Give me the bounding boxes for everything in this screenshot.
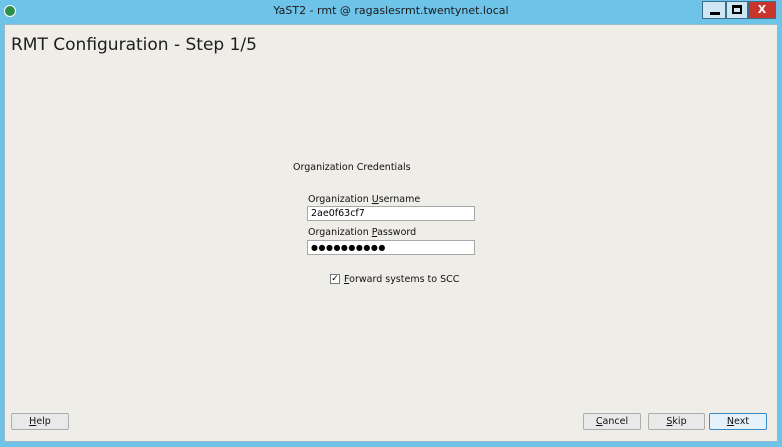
- maximize-icon: [732, 5, 742, 14]
- title-bar[interactable]: YaST2 - rmt @ ragaslesrmt.twentynet.loca…: [0, 0, 782, 24]
- password-input[interactable]: ●●●●●●●●●●: [307, 240, 475, 255]
- next-button[interactable]: Next: [709, 413, 767, 430]
- password-label-text: Organization: [308, 227, 372, 238]
- next-label-rest: ext: [734, 416, 750, 427]
- page-title: RMT Configuration - Step 1/5: [11, 35, 257, 55]
- checkbox-label-rest: orward systems to SCC: [349, 274, 460, 285]
- skip-label-rest: kip: [672, 416, 687, 427]
- forward-to-scc-label[interactable]: Forward systems to SCC: [344, 274, 459, 285]
- cancel-label-rest: ancel: [602, 416, 629, 427]
- close-icon: X: [757, 3, 767, 16]
- help-label-rest: elp: [36, 416, 51, 427]
- password-label: Organization Password: [308, 227, 416, 238]
- username-label: Organization Username: [308, 194, 420, 205]
- username-input[interactable]: 2ae0f63cf7: [307, 206, 475, 221]
- minimize-button[interactable]: [702, 1, 726, 19]
- organization-credentials-label: Organization Credentials: [293, 162, 411, 173]
- minimize-icon: [710, 12, 720, 15]
- next-mnemonic: N: [726, 416, 735, 427]
- username-label-text: Organization: [308, 194, 372, 205]
- forward-to-scc-checkbox[interactable]: ✓: [330, 274, 340, 284]
- skip-button[interactable]: Skip: [648, 413, 705, 430]
- username-label-rest: sername: [378, 194, 421, 205]
- yast-window: YaST2 - rmt @ ragaslesrmt.twentynet.loca…: [0, 0, 782, 447]
- close-button[interactable]: X: [748, 1, 776, 19]
- maximize-button[interactable]: [726, 1, 748, 19]
- cancel-mnemonic: C: [595, 416, 603, 427]
- cancel-button[interactable]: Cancel: [583, 413, 641, 430]
- window-title: YaST2 - rmt @ ragaslesrmt.twentynet.loca…: [273, 4, 509, 17]
- password-label-rest: assword: [377, 227, 417, 238]
- main-content: RMT Configuration - Step 1/5 Organizatio…: [4, 24, 778, 442]
- help-button[interactable]: Help: [11, 413, 69, 430]
- username-label-mnemonic: U: [371, 194, 379, 205]
